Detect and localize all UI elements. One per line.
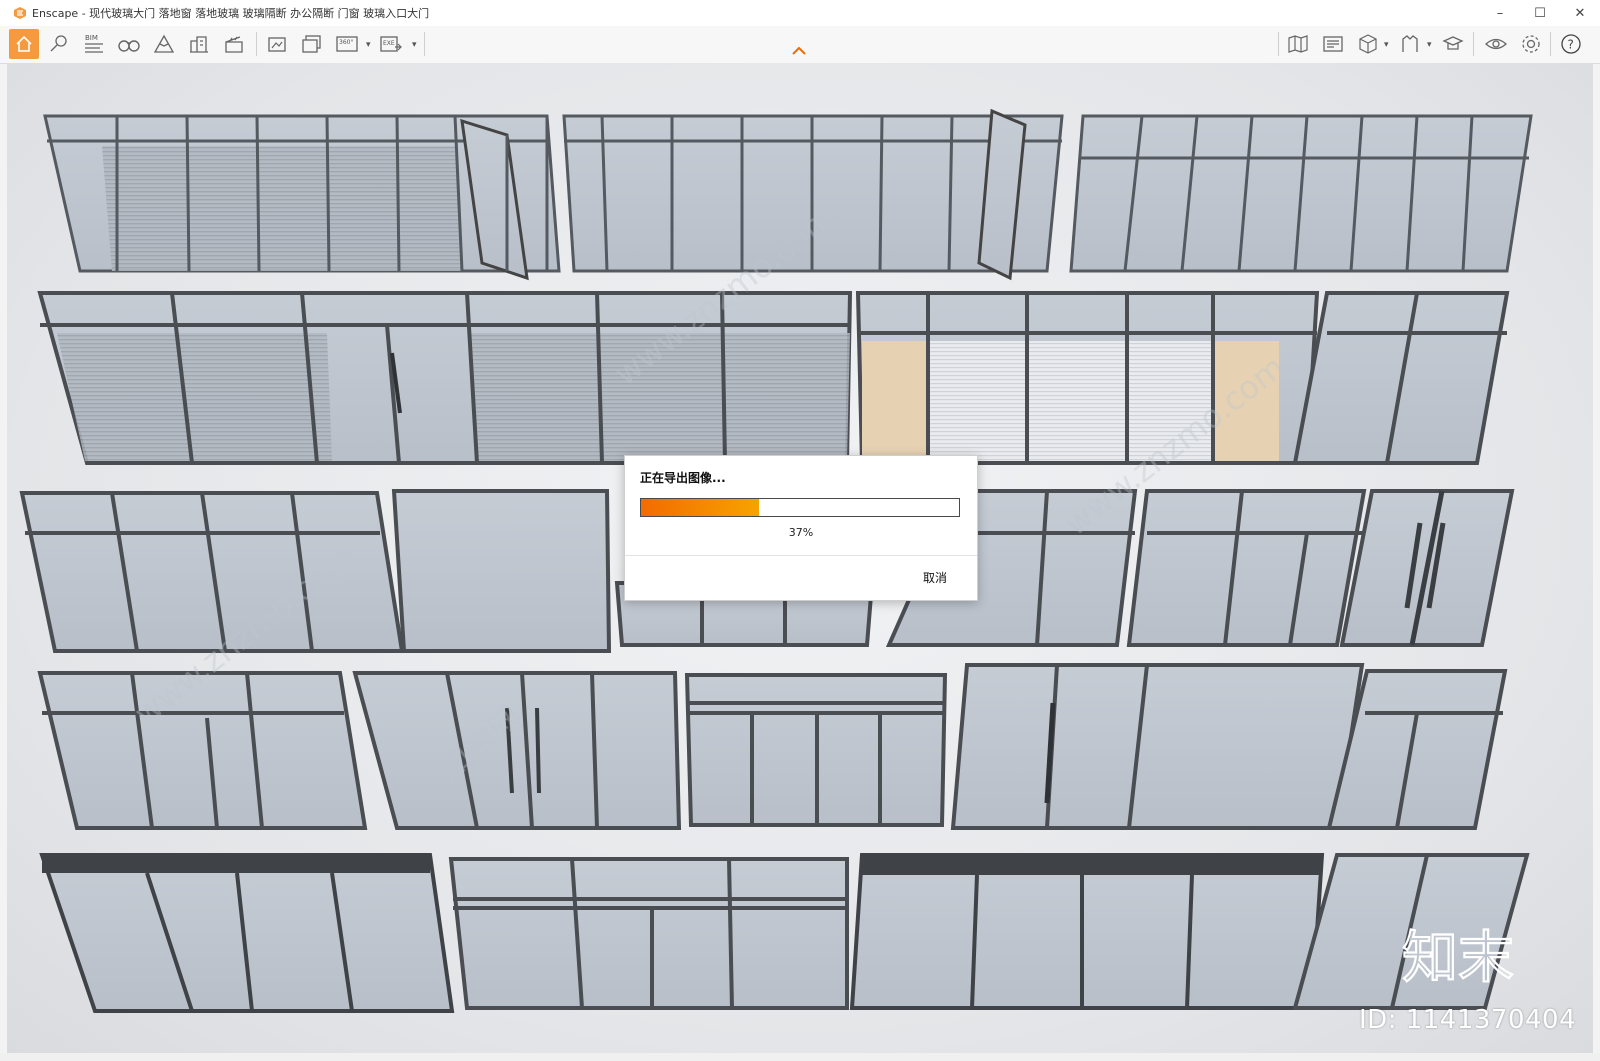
svg-text:?: ? <box>1568 38 1574 52</box>
door-panel <box>448 857 849 1010</box>
toolbar-separator <box>1473 32 1474 56</box>
bim-label: BIM <box>85 34 98 42</box>
mountain-button[interactable] <box>149 29 179 59</box>
batch-render-button[interactable] <box>297 29 327 59</box>
asset-library-icon <box>1323 36 1343 52</box>
door-panel <box>391 489 612 653</box>
dialog-divider <box>625 555 977 556</box>
progress-fill <box>641 499 759 516</box>
visibility-icon <box>1485 38 1507 50</box>
graduation-button[interactable] <box>1438 29 1468 59</box>
exe-dropdown-icon[interactable]: ▾ <box>412 40 417 50</box>
settings-icon <box>1522 35 1540 53</box>
visibility-button[interactable] <box>1481 29 1511 59</box>
dialog-title: 正在导出图像... <box>640 471 726 485</box>
mountain-icon <box>153 34 175 53</box>
map-icon <box>1288 35 1308 53</box>
clapper-button[interactable] <box>219 29 249 59</box>
materials-dropdown-icon[interactable]: ▾ <box>1427 40 1432 50</box>
cube-view-button[interactable] <box>1353 29 1383 59</box>
panorama-label: 360° <box>339 39 353 46</box>
brand-watermark-text: 知末 <box>1402 926 1514 987</box>
toolbar-separator <box>424 32 425 56</box>
home-button[interactable] <box>9 29 39 59</box>
progress-percent: 37% <box>788 526 814 539</box>
collapse-toolbar-icon[interactable] <box>791 46 807 56</box>
door-panel <box>1292 291 1510 465</box>
app-window: Enscape - 现代玻璃大门 落地窗 落地玻璃 玻璃隔断 办公隔断 门窗 玻… <box>0 0 1600 1061</box>
door-panel <box>352 671 682 830</box>
door-panel <box>684 673 948 827</box>
settings-button[interactable] <box>1516 29 1546 59</box>
brand-watermark-logo: 知末 <box>1402 925 1515 987</box>
cube-dropdown-icon[interactable]: ▾ <box>1384 40 1389 50</box>
exe-label: EXE <box>383 40 395 47</box>
exe-export-icon: EXE <box>380 36 402 52</box>
bim-icon: BIM <box>85 34 103 53</box>
help-icon: ? <box>1561 34 1581 54</box>
binoculars-icon <box>118 40 140 52</box>
minimize-button[interactable]: – <box>1480 0 1520 26</box>
bim-button[interactable]: BIM <box>79 29 109 59</box>
toolbar-separator <box>256 32 257 56</box>
door-panel <box>1339 489 1515 647</box>
watermark-id: ID: 1141370404 <box>1359 1005 1577 1035</box>
maximize-button[interactable]: ☐ <box>1520 0 1560 26</box>
toolbar: BIM 360° ▾ EXE ▾ ▾ ▾ ? <box>0 26 1600 64</box>
map-button[interactable] <box>1283 29 1313 59</box>
door-panel <box>950 663 1365 830</box>
exe-export-button[interactable]: EXE <box>376 29 406 59</box>
panorama-360-icon: 360° <box>336 36 358 52</box>
door-panel <box>39 853 455 1013</box>
panorama-button[interactable]: 360° <box>332 29 362 59</box>
asset-library-button[interactable] <box>1318 29 1348 59</box>
screenshot-icon <box>268 37 286 52</box>
pin-icon <box>50 35 67 52</box>
binoculars-button[interactable] <box>114 29 144 59</box>
door-panel <box>1069 114 1533 273</box>
toolbar-separator <box>1550 32 1551 56</box>
pin-button[interactable] <box>44 29 74 59</box>
materials-icon <box>1402 35 1418 52</box>
buildings-icon <box>190 36 208 53</box>
close-button[interactable]: ✕ <box>1560 0 1600 26</box>
panorama-dropdown-icon[interactable]: ▾ <box>366 40 371 50</box>
export-progress-dialog: 正在导出图像... 37% 取消 <box>624 455 978 601</box>
door-panel <box>37 291 853 465</box>
cancel-button[interactable]: 取消 <box>919 567 951 588</box>
door-panel <box>43 114 561 281</box>
status-strip <box>0 1053 1600 1061</box>
home-icon <box>16 35 32 52</box>
toolbar-separator <box>1278 32 1279 56</box>
progress-bar <box>640 498 960 517</box>
enscape-logo-icon <box>14 7 26 19</box>
materials-button[interactable] <box>1395 29 1425 59</box>
title-bar: Enscape - 现代玻璃大门 落地窗 落地玻璃 玻璃隔断 办公隔断 门窗 玻… <box>0 0 1600 27</box>
window-title: Enscape - 现代玻璃大门 落地窗 落地玻璃 玻璃隔断 办公隔断 门窗 玻… <box>32 7 430 20</box>
door-panel <box>1126 489 1367 647</box>
screenshot-button[interactable] <box>262 29 292 59</box>
buildings-button[interactable] <box>184 29 214 59</box>
door-panel <box>849 853 1325 1010</box>
window-controls: – ☐ ✕ <box>1480 0 1600 26</box>
help-button[interactable]: ? <box>1556 29 1586 59</box>
door-panel <box>562 108 1064 281</box>
batch-render-icon <box>302 35 321 53</box>
cube-view-icon <box>1359 34 1377 54</box>
clapper-icon <box>225 36 243 53</box>
door-panel <box>37 671 368 830</box>
graduation-icon <box>1442 36 1464 50</box>
